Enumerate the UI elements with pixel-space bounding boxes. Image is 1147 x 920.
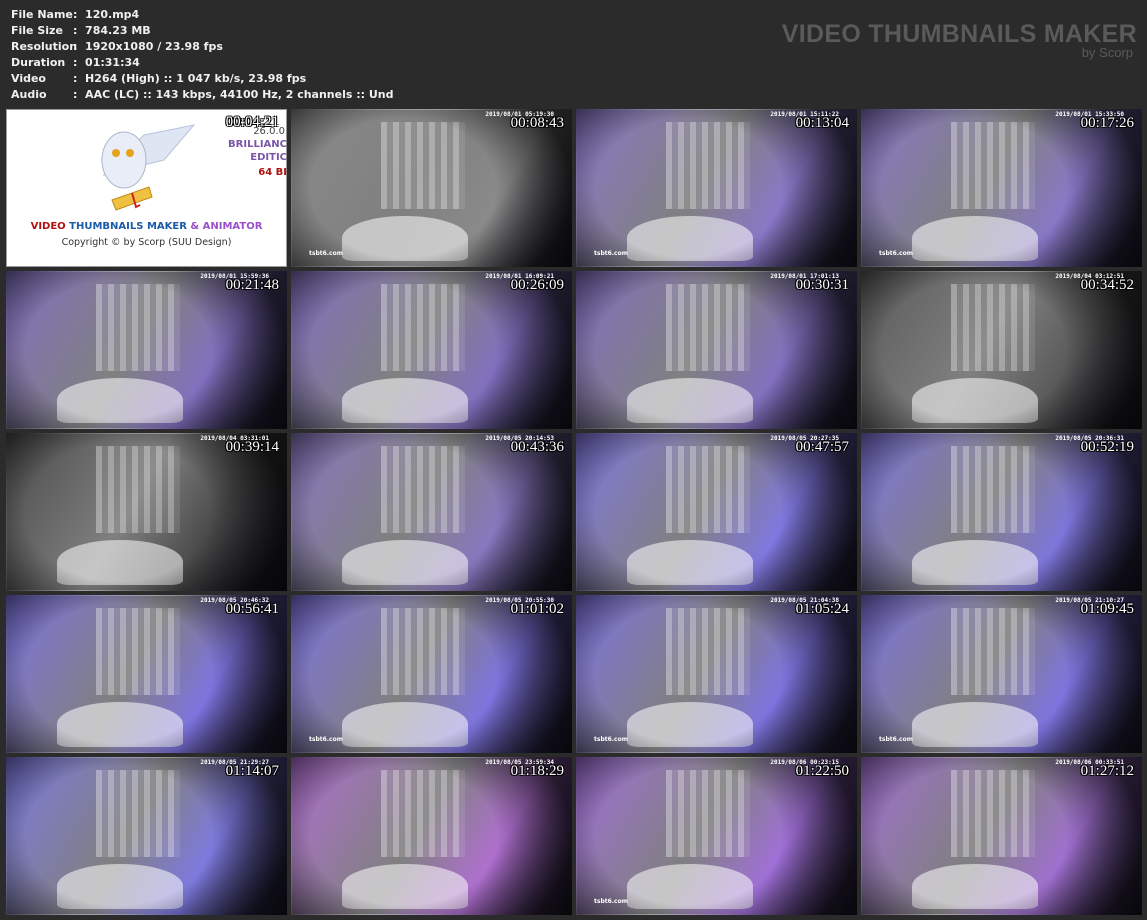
video-thumbnail[interactable]: 2019/08/04 03:31:01 00:39:14: [6, 433, 287, 591]
lens-vignette: [291, 109, 572, 267]
lens-vignette: [291, 595, 572, 753]
video-thumbnail[interactable]: 2019/08/01 17:01:13 00:30:31: [576, 271, 857, 429]
info-value: : 01:31:34: [73, 56, 140, 69]
info-value: : H264 (High) :: 1 047 kb/s, 23.98 fps: [73, 72, 307, 85]
frame-watermark: tsbt6.com: [879, 736, 913, 743]
thumbnail-timestamp: 00:21:48: [225, 277, 279, 293]
frame-watermark: tsbt6.com: [594, 898, 628, 905]
info-row: Video : H264 (High) :: 1 047 kb/s, 23.98 …: [11, 71, 394, 87]
lens-vignette: [576, 433, 857, 591]
video-thumbnail[interactable]: 2019/08/05 20:27:35 00:47:57: [576, 433, 857, 591]
video-thumbnail[interactable]: 2019/08/05 20:46:32 00:56:41: [6, 595, 287, 753]
video-thumbnail[interactable]: 2019/08/01 16:09:21 00:26:09: [291, 271, 572, 429]
video-thumbnail[interactable]: 2019/08/06 00:23:15 01:22:50 tsbt6.com: [576, 757, 857, 915]
lens-vignette: [6, 757, 287, 915]
lens-vignette: [291, 757, 572, 915]
thumbnail-timestamp: 00:26:09: [510, 277, 564, 293]
bits-text: 64 BI: [258, 167, 287, 178]
file-info: File Name: 120.mp4 File Size: 784.23 MB Re…: [11, 7, 394, 103]
product-amp: &: [190, 221, 200, 232]
video-thumbnail[interactable]: 2019/08/05 20:55:30 01:01:02 tsbt6.com: [291, 595, 572, 753]
product-thumbnails: THUMBNAILS MAKER: [69, 221, 187, 232]
info-label: Resolution: [11, 40, 78, 53]
logo-thumbnail: 00:04:21 26.0.0 BRILLIANC EDITIC 64 BI V…: [6, 109, 287, 267]
thumbnail-timestamp: 00:52:19: [1080, 439, 1134, 455]
lens-vignette: [861, 757, 1142, 915]
thumbnail-timestamp: 01:01:02: [510, 601, 564, 617]
info-label: Duration: [11, 56, 66, 69]
info-label: File Name: [11, 8, 73, 21]
video-thumbnail[interactable]: 2019/08/05 20:36:31 00:52:19: [861, 433, 1142, 591]
thumbnail-timestamp: 00:43:36: [510, 439, 564, 455]
thumbnail-timestamp: 01:27:12: [1080, 763, 1134, 779]
lens-vignette: [6, 433, 287, 591]
lens-vignette: [291, 433, 572, 591]
copyright-text: Copyright © by Scorp (SUU Design): [61, 237, 232, 248]
info-row: File Size : 784.23 MB: [11, 23, 394, 39]
owl-logo-icon: [101, 124, 196, 211]
thumbnail-timestamp: 00:56:41: [225, 601, 279, 617]
video-thumbnail[interactable]: 2019/08/06 00:33:51 01:27:12: [861, 757, 1142, 915]
edition-text: BRILLIANC: [228, 139, 287, 150]
info-value: : 120.mp4: [73, 8, 140, 21]
product-animator: ANIMATOR: [202, 221, 263, 232]
info-value: : AAC (LC) :: 143 kbps, 44100 Hz, 2 chan…: [73, 88, 394, 101]
frame-watermark: tsbt6.com: [594, 736, 628, 743]
thumbnail-timestamp: 00:17:26: [1080, 115, 1134, 131]
lens-vignette: [861, 433, 1142, 591]
info-row: File Name: 120.mp4: [11, 7, 394, 23]
lens-vignette: [861, 595, 1142, 753]
thumbnail-timestamp: 00:13:04: [795, 115, 849, 131]
thumbnail-timestamp: 01:09:45: [1080, 601, 1134, 617]
thumbnail-timestamp: 00:39:14: [225, 439, 279, 455]
info-row: Resolution: 1920x1080 / 23.98 fps: [11, 39, 394, 55]
edition-text-2: EDITIC: [250, 152, 287, 163]
video-thumbnail[interactable]: 2019/08/01 15:11:22 00:13:04 tsbt6.com: [576, 109, 857, 267]
thumbnail-timestamp: 00:08:43: [510, 115, 564, 131]
version-text: 26.0.0: [253, 126, 285, 137]
thumbnail-timestamp: 01:05:24: [795, 601, 849, 617]
frame-watermark: tsbt6.com: [309, 250, 343, 257]
lens-vignette: [576, 757, 857, 915]
info-value: : 784.23 MB: [73, 24, 151, 37]
thumbnail-timestamp: 00:47:57: [795, 439, 849, 455]
product-video: VIDEO: [30, 221, 66, 232]
info-label: File Size: [11, 24, 63, 37]
info-row: Duration : 01:31:34: [11, 55, 394, 71]
lens-vignette: [291, 271, 572, 429]
video-thumbnail[interactable]: 2019/08/05 21:10:27 01:09:45 tsbt6.com: [861, 595, 1142, 753]
lens-vignette: [861, 109, 1142, 267]
video-thumbnail[interactable]: 2019/08/01 05:19:30 00:08:43 tsbt6.com: [291, 109, 572, 267]
video-thumbnail[interactable]: 2019/08/04 03:12:51 00:34:52: [861, 271, 1142, 429]
thumbnail-timestamp: 00:34:52: [1080, 277, 1134, 293]
lens-vignette: [576, 271, 857, 429]
info-label: Audio: [11, 88, 47, 101]
lens-vignette: [6, 595, 287, 753]
video-thumbnail[interactable]: 2019/08/01 15:59:36 00:21:48: [6, 271, 287, 429]
thumbnail-timestamp: 01:18:29: [510, 763, 564, 779]
lens-vignette: [576, 595, 857, 753]
thumbnail-timestamp: 01:14:07: [225, 763, 279, 779]
thumbnail-timestamp: 01:22:50: [795, 763, 849, 779]
thumbnail-timestamp: 00:30:31: [795, 277, 849, 293]
video-thumbnail[interactable]: 2019/08/05 23:59:34 01:18:29: [291, 757, 572, 915]
frame-watermark: tsbt6.com: [594, 250, 628, 257]
video-thumbnail[interactable]: 2019/08/01 15:33:50 00:17:26 tsbt6.com: [861, 109, 1142, 267]
video-thumbnail[interactable]: 2019/08/05 21:29:27 01:14:07: [6, 757, 287, 915]
product-name: VIDEO THUMBNAILS MAKER & ANIMATOR: [6, 221, 287, 232]
video-thumbnail[interactable]: 2019/08/05 21:04:38 01:05:24 tsbt6.com: [576, 595, 857, 753]
lens-vignette: [6, 271, 287, 429]
thumbnail-grid: 00:04:21 26.0.0 BRILLIANC EDITIC 64 BI V…: [6, 109, 1142, 915]
lens-vignette: [576, 109, 857, 267]
brand-watermark: VIDEO THUMBNAILS MAKER by Scorp: [782, 20, 1137, 60]
frame-watermark: tsbt6.com: [879, 250, 913, 257]
video-thumbnail[interactable]: 2019/08/05 20:14:53 00:43:36: [291, 433, 572, 591]
info-value: : 1920x1080 / 23.98 fps: [73, 40, 223, 53]
frame-watermark: tsbt6.com: [309, 736, 343, 743]
info-row: Audio : AAC (LC) :: 143 kbps, 44100 Hz, 2…: [11, 87, 394, 103]
info-label: Video: [11, 72, 46, 85]
lens-vignette: [861, 271, 1142, 429]
